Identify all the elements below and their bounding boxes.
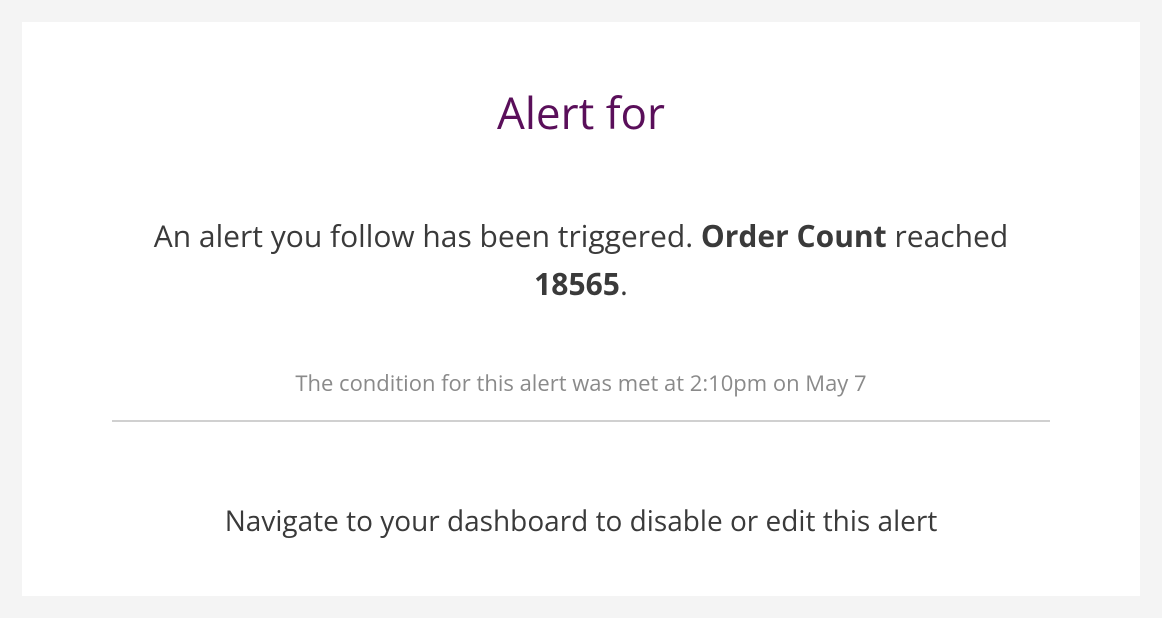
alert-message: An alert you follow has been triggered. … bbox=[112, 212, 1050, 308]
alert-metric-value: 18565 bbox=[534, 263, 620, 304]
alert-condition-text: The condition for this alert was met at … bbox=[112, 368, 1050, 398]
alert-message-between: reached bbox=[887, 215, 1009, 256]
alert-title: Alert for bbox=[112, 82, 1050, 142]
alert-message-suffix: . bbox=[620, 263, 628, 304]
alert-footer-text: Navigate to your dashboard to disable or… bbox=[112, 502, 1050, 540]
alert-card: Alert for An alert you follow has been t… bbox=[22, 22, 1140, 596]
alert-message-prefix: An alert you follow has been triggered. bbox=[154, 215, 701, 256]
alert-metric-name: Order Count bbox=[701, 215, 887, 256]
divider bbox=[112, 420, 1050, 422]
